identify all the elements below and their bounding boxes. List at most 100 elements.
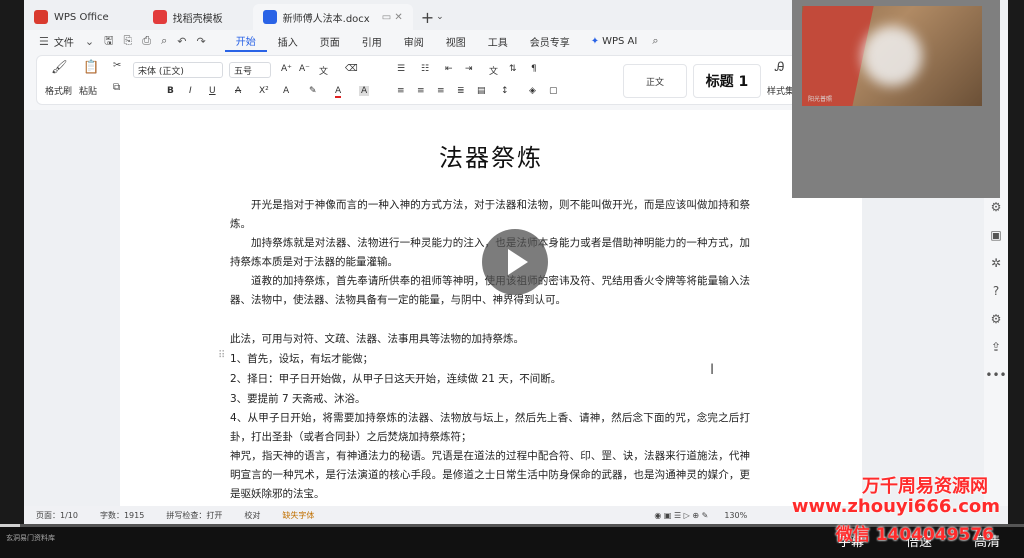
highlight-icon[interactable]: ✎ [309, 86, 317, 96]
increase-indent-icon[interactable]: ⇥ [465, 64, 473, 74]
chevron-down-icon[interactable]: ⌄ [80, 35, 99, 48]
bullet-list-icon[interactable]: ☰ [397, 64, 405, 74]
redo-icon[interactable]: ↷ [191, 35, 210, 48]
word-count[interactable]: 字数：1915 [100, 510, 144, 521]
style-set-icon[interactable]: Ꭿ [775, 60, 784, 75]
decrease-indent-icon[interactable]: ⇤ [445, 64, 453, 74]
drag-handle-icon[interactable]: ⠿ [218, 350, 225, 361]
font-size-select[interactable]: 五号 [229, 62, 271, 78]
help-icon[interactable]: ? [984, 284, 1008, 298]
menu-item-tools[interactable]: 工具 [477, 30, 519, 52]
superscript-icon[interactable]: X² [259, 86, 269, 96]
undo-icon[interactable]: ↶ [172, 35, 191, 48]
watermark-line-1: 万千周易资源网 [862, 476, 988, 497]
copy-icon[interactable]: ⧉ [113, 82, 120, 93]
shading-icon[interactable]: ◈ [529, 86, 536, 96]
settings-icon[interactable]: ⚙ [984, 312, 1008, 326]
strikethrough-icon[interactable]: A [235, 86, 241, 96]
paragraph-4[interactable]: 此法，可用与对符、文疏、法器、法事用具等法物的加持祭炼。 [230, 330, 750, 349]
underline-icon[interactable]: U [209, 86, 216, 96]
format-painter-icon[interactable]: 🖌 [51, 60, 68, 75]
align-left-icon[interactable]: ≡ [397, 86, 405, 96]
cut-icon[interactable]: ✂ [113, 60, 121, 71]
menu-item-review[interactable]: 审阅 [393, 30, 435, 52]
view-icons[interactable]: ◉ ▣ ☰ ▷ ⊕ ✎ [654, 511, 708, 520]
file-menu[interactable]: 文件 [54, 34, 74, 49]
document-page[interactable]: 法器祭炼 开光是指对于神像而言的一种入神的方式方法，对于法器和法物，则不能叫做开… [120, 110, 862, 510]
font-name-select[interactable]: 宋体 (正文) [133, 62, 223, 78]
search-icon[interactable]: ⌕ [647, 34, 663, 48]
italic-icon[interactable]: I [189, 86, 192, 96]
proofread[interactable]: 校对 [244, 510, 260, 521]
list-item-1[interactable]: 1、首先，设坛，有坛才能做； [230, 350, 750, 369]
image-icon[interactable]: ▣ [984, 228, 1008, 242]
style-heading-1-label: 标题 1 [705, 74, 749, 90]
wps-ai-button[interactable]: ✦ WPS AI [581, 36, 648, 47]
webcam-blur [862, 26, 922, 86]
sort-icon[interactable]: ⇅ [509, 64, 517, 74]
increase-font-icon[interactable]: A⁺ [281, 64, 292, 74]
adjust-icon[interactable]: ⚙ [984, 200, 1008, 214]
page-indicator[interactable]: 页面：1/10 [36, 510, 78, 521]
char-shading-icon[interactable]: A [359, 86, 370, 96]
print-icon[interactable]: ⎙ [137, 34, 156, 48]
missing-font[interactable]: 缺失字体 [282, 510, 314, 521]
export-icon[interactable]: ⎘ [118, 34, 137, 48]
menu-item-reference[interactable]: 引用 [351, 30, 393, 52]
tab-wps-office[interactable]: WPS Office [24, 4, 119, 30]
paste-icon[interactable]: 📋 [83, 60, 99, 75]
line-spacing-icon[interactable]: ↕ [501, 86, 509, 96]
bold-icon[interactable]: B [167, 86, 174, 96]
menu-item-page[interactable]: 页面 [309, 30, 351, 52]
text-effect-icon[interactable]: A [283, 86, 289, 96]
list-item-3[interactable]: 3、要提前 7 天斋戒、沐浴。 [230, 390, 750, 409]
paragraph-5[interactable]: 神咒，指天神的语言，有神通法力的秘语。咒语是在道法的过程中配合符、印、罡、诀，法… [230, 447, 750, 504]
chinese-layout-icon[interactable]: 文 [489, 64, 498, 77]
docer-logo-icon [152, 10, 167, 24]
justify-icon[interactable]: ≣ [457, 86, 465, 96]
style-set-label[interactable]: 样式集 [767, 84, 794, 97]
spell-check[interactable]: 拼写检查：打开 [166, 510, 222, 521]
font-color-icon[interactable]: A [335, 86, 342, 98]
more-icon[interactable]: ••• [984, 368, 1008, 382]
tab-label: 找稻壳模板 [172, 13, 223, 25]
play-button[interactable] [482, 229, 548, 295]
menu-item-insert[interactable]: 插入 [267, 30, 309, 52]
tab-label: 新师傅人法本.docx [282, 13, 370, 25]
text-cursor-icon: I [710, 362, 715, 378]
new-tab-button[interactable]: + ⌄ [421, 4, 444, 30]
numbered-list-icon[interactable]: ☷ [421, 64, 429, 74]
decrease-font-icon[interactable]: A⁻ [299, 64, 310, 74]
border-icon[interactable]: ▢ [549, 86, 558, 96]
format-painter-label[interactable]: 格式刷 [45, 84, 72, 97]
style-normal[interactable]: 正文 [623, 64, 687, 98]
list-item-4[interactable]: 4、从甲子日开始，将需要加持祭炼的法器、法物放与坛上，然后先上香、请神，然后念下… [230, 409, 750, 447]
channel-label: 玄洞易门资料库 [6, 534, 55, 542]
paste-label[interactable]: 粘贴 [79, 84, 97, 97]
align-right-icon[interactable]: ≡ [437, 86, 445, 96]
zoom-level[interactable]: 130% [724, 511, 747, 520]
phonetic-icon[interactable]: 文 [319, 64, 328, 77]
watermark-line-2: www.zhouyi666.com [791, 496, 1000, 517]
document-title[interactable]: 法器祭炼 [120, 138, 862, 173]
hamburger-icon[interactable]: ☰ [34, 35, 54, 48]
menu-item-home[interactable]: 开始 [224, 30, 267, 52]
style-normal-label: 正文 [645, 77, 664, 88]
tab-template[interactable]: 找稻壳模板 [143, 4, 233, 30]
list-item-2[interactable]: 2、择日：甲子日开始做，从甲子日这天开始，连续做 21 天，不间断。 [230, 370, 750, 389]
align-center-icon[interactable]: ≡ [417, 86, 425, 96]
paragraph-1[interactable]: 开光是指对于神像而言的一种入神的方式方法，对于法器和法物，则不能叫做开光，而是应… [230, 196, 750, 234]
style-heading-1[interactable]: 标题 1 [693, 64, 761, 98]
share-icon[interactable]: ⇪ [984, 340, 1008, 354]
webcam-feed: 阳光普照 [802, 6, 982, 106]
tab-document[interactable]: 新师傅人法本.docx ▭ ✕ [252, 4, 413, 30]
shape-icon[interactable]: ✲ [984, 256, 1008, 270]
clear-format-icon[interactable]: ⌫ [345, 64, 358, 74]
show-marks-icon[interactable]: ¶ [531, 64, 537, 74]
save-icon[interactable]: 🖫 [99, 32, 118, 51]
distribute-icon[interactable]: ▤ [477, 86, 486, 96]
menu-item-member[interactable]: 会员专享 [519, 30, 581, 52]
menu-item-view[interactable]: 视图 [435, 30, 477, 52]
tab-close-icon[interactable]: ▭ ✕ [382, 12, 403, 23]
preview-icon[interactable]: ⌕ [156, 34, 172, 48]
